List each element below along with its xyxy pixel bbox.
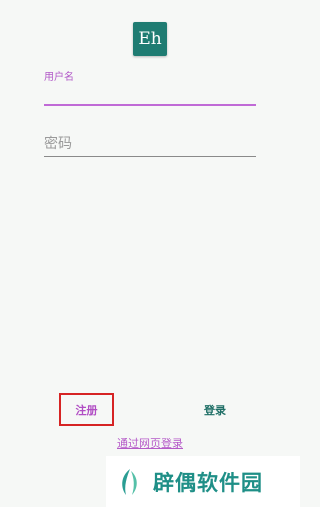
login-button[interactable]: 登录	[190, 399, 240, 421]
password-input[interactable]	[44, 131, 256, 157]
app-logo-text: Eh	[138, 29, 162, 49]
leaf-logo-icon	[122, 468, 137, 495]
watermark-banner: 辟偶软件园	[106, 456, 300, 507]
app-logo: Eh	[133, 22, 167, 56]
username-input[interactable]	[44, 82, 256, 106]
web-login-link[interactable]: 通过网页登录	[0, 435, 300, 451]
username-label: 用户名	[44, 72, 74, 83]
watermark-text: 辟偶软件园	[153, 470, 263, 495]
register-button[interactable]: 注册	[59, 393, 114, 426]
